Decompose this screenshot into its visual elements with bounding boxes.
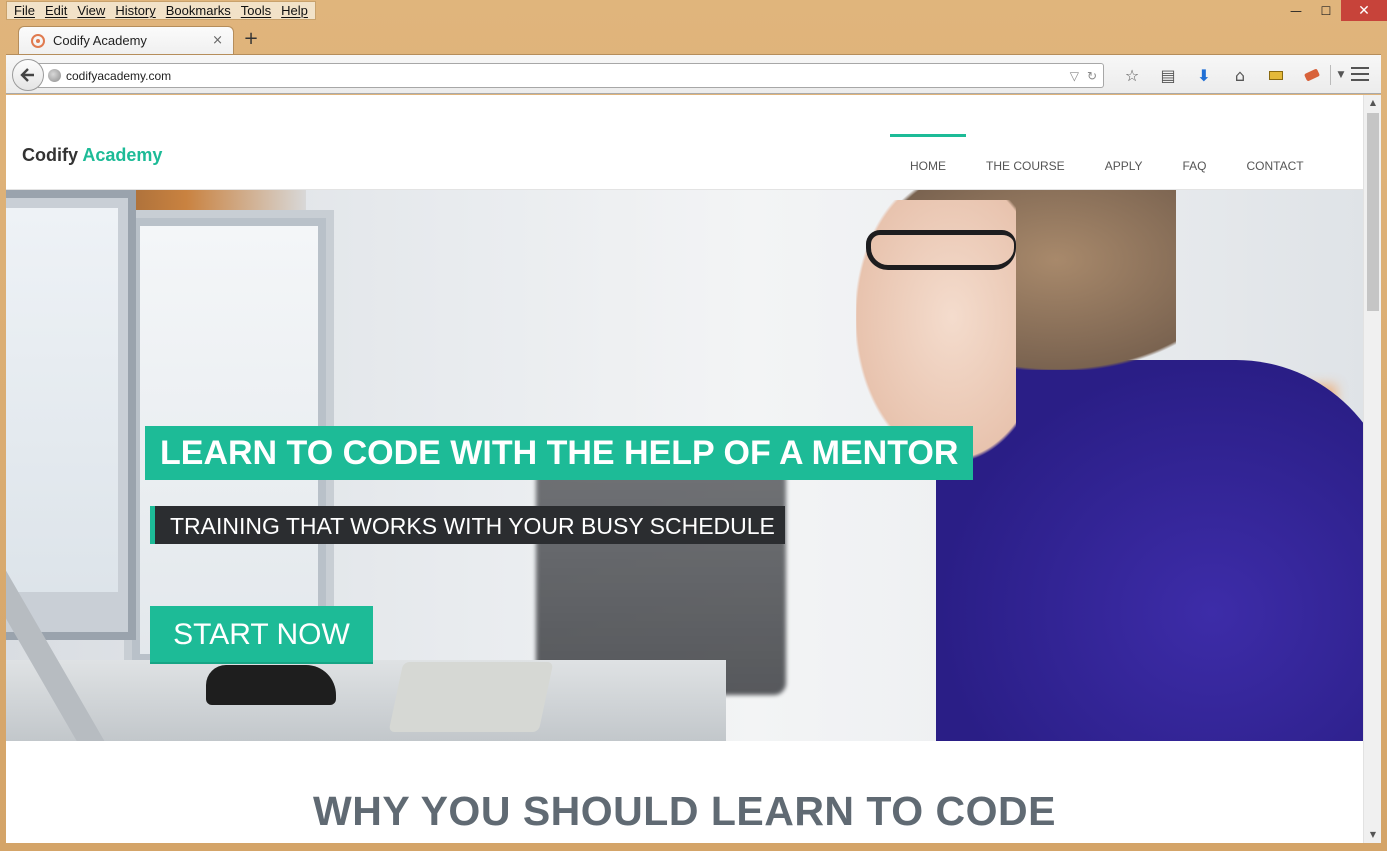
favicon-icon [31,33,45,48]
scrollbar-thumb[interactable] [1367,113,1379,311]
tab-close-icon[interactable]: × [212,33,223,48]
reading-list-icon[interactable]: ▤ [1150,63,1186,87]
page-scrollbar[interactable]: ▲ ▼ [1363,95,1381,843]
menu-bookmarks[interactable]: Bookmarks [161,2,236,19]
download-icon[interactable]: ⬇ [1186,63,1222,87]
back-arrow-icon [20,68,34,82]
tab-title: Codify Academy [53,33,147,48]
browser-window: File Edit View History Bookmarks Tools H… [0,0,1387,851]
close-window-button[interactable]: ✕ [1341,0,1387,21]
new-tab-button[interactable]: + [241,29,261,49]
hero-section: LEARN TO CODE WITH THE HELP OF A MENTOR … [6,190,1363,741]
scroll-up-arrow-icon[interactable]: ▲ [1364,95,1382,111]
url-text[interactable]: codifyacademy.com [66,69,1070,83]
minimize-button[interactable]: — [1281,0,1311,21]
menu-bar: File Edit View History Bookmarks Tools H… [6,1,316,20]
nav-toolbar: codifyacademy.com ▽ ↻ ☆ ▤ ⬇ ⌂ ▼ [6,54,1381,94]
scroll-down-arrow-icon[interactable]: ▼ [1364,827,1382,843]
hamburger-menu-icon[interactable] [1351,65,1369,83]
page-viewport: Codify Academy HOME THE COURSE APPLY FAQ… [6,95,1363,843]
reload-icon[interactable]: ↻ [1087,69,1097,83]
nav-link-the-course[interactable]: THE COURSE [966,134,1085,190]
bookmark-star-icon[interactable]: ☆ [1114,63,1150,87]
maximize-button[interactable]: ☐ [1311,0,1341,21]
menu-tools[interactable]: Tools [236,2,276,19]
nav-link-faq[interactable]: FAQ [1163,134,1227,190]
site-logo[interactable]: Codify Academy [22,145,162,166]
menu-file[interactable]: File [9,2,40,19]
window-controls: — ☐ ✕ [1281,0,1387,21]
addon-ruler-icon[interactable] [1258,63,1294,87]
logo-word-codify: Codify [22,145,78,165]
section-heading: WHY YOU SHOULD LEARN TO CODE [313,788,1056,834]
nav-link-contact[interactable]: CONTACT [1227,134,1324,190]
home-icon[interactable]: ⌂ [1222,63,1258,87]
hero-title: LEARN TO CODE WITH THE HELP OF A MENTOR [145,426,974,480]
addon-menu-chevron-icon[interactable]: ▼ [1331,63,1351,87]
browser-tab[interactable]: Codify Academy × [18,26,234,54]
main-nav: HOME THE COURSE APPLY FAQ CONTACT [890,134,1324,190]
toolbar-icons: ☆ ▤ ⬇ ⌂ ▼ [1114,63,1351,87]
addon-pencil-icon[interactable] [1294,63,1330,87]
back-button[interactable] [12,59,44,91]
hero-subtitle: TRAINING THAT WORKS WITH YOUR BUSY SCHED… [150,506,785,544]
site-header: Codify Academy HOME THE COURSE APPLY FAQ… [6,95,1363,190]
url-bar[interactable]: codifyacademy.com ▽ ↻ [38,63,1104,88]
menu-help[interactable]: Help [276,2,313,19]
menu-view[interactable]: View [72,2,110,19]
logo-word-academy: Academy [82,145,163,165]
dropdown-arrow-icon[interactable]: ▽ [1070,69,1079,83]
globe-icon [48,69,61,82]
start-now-button[interactable]: START NOW [150,606,373,664]
nav-link-home[interactable]: HOME [890,134,966,190]
nav-link-apply[interactable]: APPLY [1085,134,1163,190]
menu-history[interactable]: History [110,2,160,19]
menu-edit[interactable]: Edit [40,2,72,19]
